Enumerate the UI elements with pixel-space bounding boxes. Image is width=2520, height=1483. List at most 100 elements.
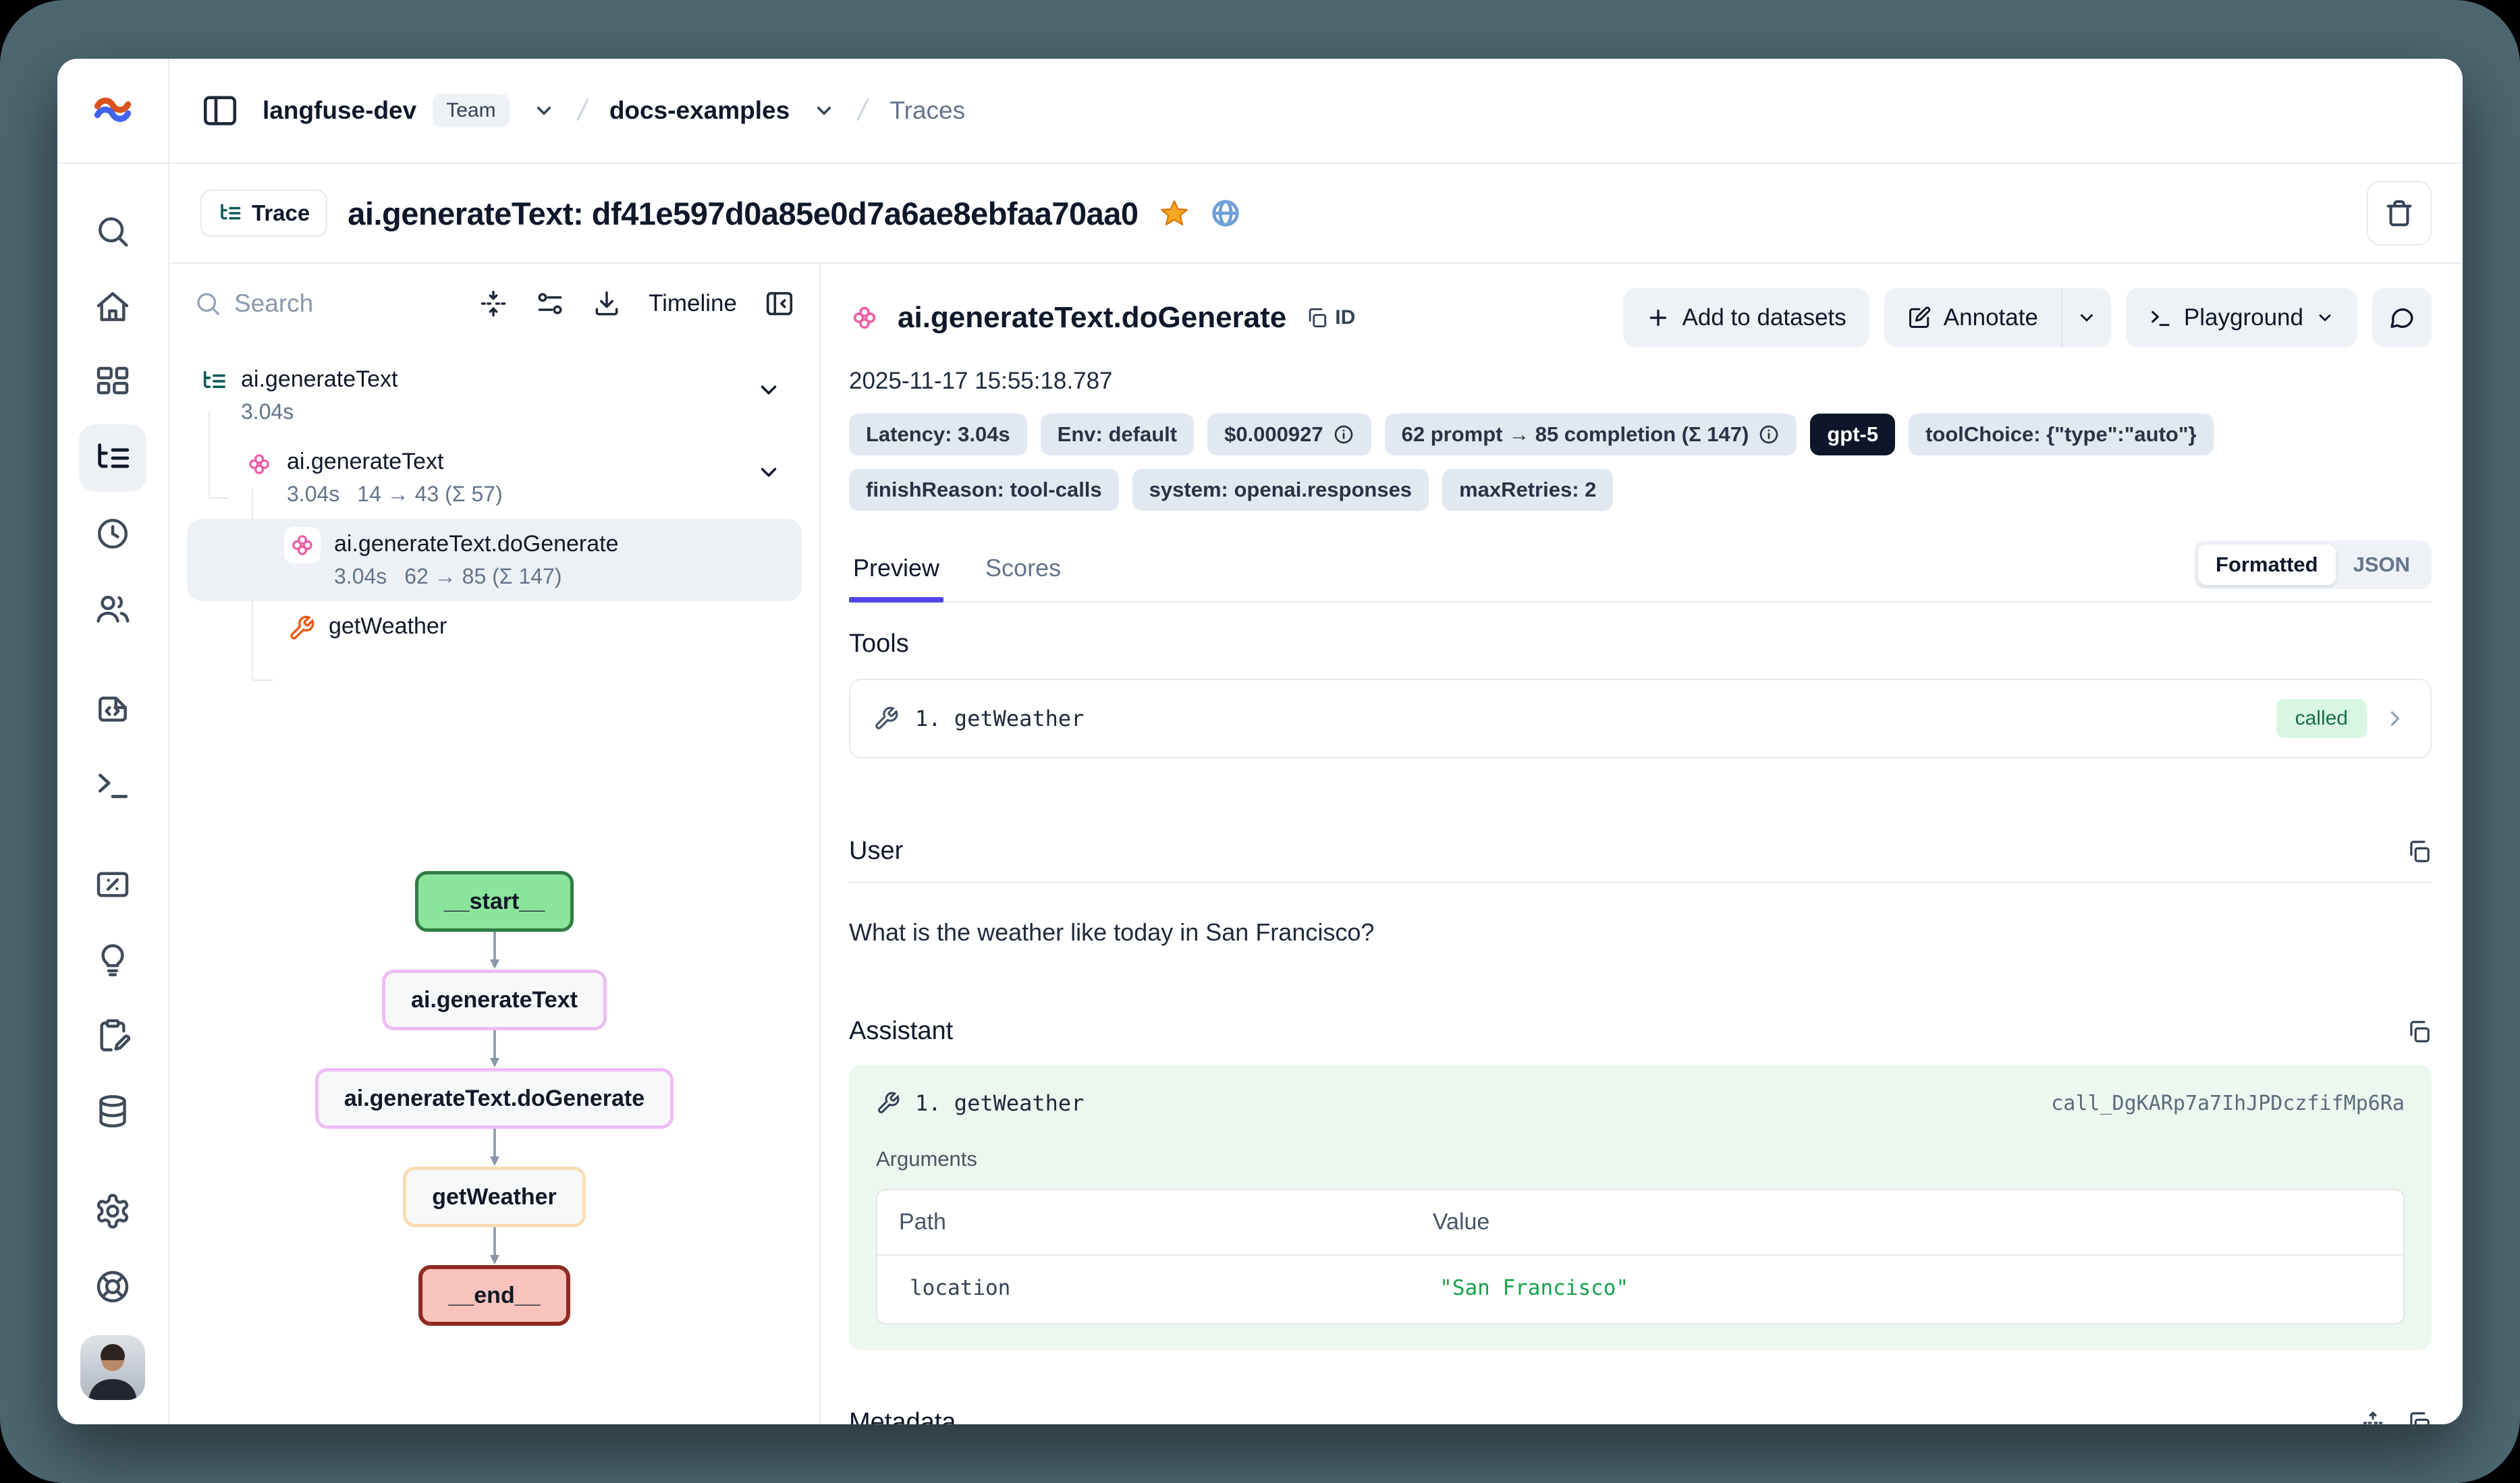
sidebar-item-search[interactable] [79,198,146,265]
tree-row-label: ai.generateText [241,366,398,393]
graph-arrow [485,1129,505,1167]
sidebar-item-home[interactable] [79,273,146,341]
sidebar-item-support[interactable] [79,1253,146,1320]
tab-preview[interactable]: Preview [849,554,943,601]
graph-arrow [485,932,505,970]
graph-node-getweather[interactable]: getWeather [403,1167,586,1227]
badge-row-2: finishReason: tool-calls system: openai.… [849,469,2432,511]
sidebar-item-sessions[interactable] [79,500,146,567]
copy-icon [1305,306,1328,329]
tree-row-label: ai.generateText.doGenerate [334,531,619,557]
graph-node-dogenerate[interactable]: ai.generateText.doGenerate [315,1068,674,1129]
argument-path: location [910,1276,1440,1300]
comments-button[interactable] [2372,288,2432,347]
breadcrumb-project[interactable]: docs-examples [609,96,790,125]
chevron-down-icon[interactable] [756,459,782,485]
timeline-toggle[interactable]: Timeline [649,290,737,317]
sidebar-item-evaluators[interactable] [79,926,146,994]
add-to-datasets-label: Add to datasets [1682,304,1846,331]
arguments-value-header: Value [1433,1209,2382,1235]
trace-tree-panel: Search Timeline [169,264,821,1424]
sidebar-item-annotation[interactable] [79,1002,146,1069]
model-badge[interactable]: gpt-5 [1810,414,1895,455]
chevron-down-icon [2077,308,2097,328]
user-avatar[interactable] [80,1335,145,1400]
add-to-datasets-button[interactable]: Add to datasets [1623,288,1869,347]
copy-icon[interactable] [2406,839,2432,864]
langfuse-logo-icon [91,89,134,132]
sidebar-item-datasets[interactable] [79,1078,146,1145]
terminal-icon [94,766,132,804]
expand-vertical-icon[interactable] [2360,1410,2386,1425]
latency-badge: Latency: 3.04s [849,414,1027,455]
panel-left-toggle-icon[interactable] [200,91,240,130]
graph-node-generatetext[interactable]: ai.generateText [382,970,607,1030]
playground-button[interactable]: Playground [2126,288,2357,347]
playground-label: Playground [2184,304,2303,331]
square-pen-icon [1907,306,1932,330]
trash-icon [2384,198,2415,229]
tree-row-generation[interactable]: ai.generateText 3.04s14 → 43 (Σ 57) [187,437,802,519]
list-tree-icon [93,439,132,478]
copy-icon[interactable] [2406,1019,2432,1044]
arguments-label: Arguments [876,1147,2405,1171]
card-percent-icon [94,866,132,903]
search-input[interactable]: Search [194,289,451,318]
tree-row-tokens: 14 → 43 (Σ 57) [357,482,502,507]
tree-row-duration: 3.04s [241,399,294,424]
panel-collapse-icon[interactable] [764,288,795,319]
tab-scores[interactable]: Scores [981,554,1065,601]
annotate-button[interactable]: Annotate [1884,288,2061,347]
chevron-down-icon[interactable] [532,99,555,122]
tree-row-getweather[interactable]: getWeather [187,601,802,654]
sidebar-item-traces[interactable] [79,424,146,492]
trace-title: ai.generateText: df41e597d0a85e0d7a6ae8e… [348,195,1138,232]
graph-node-start[interactable]: __start__ [415,871,574,932]
format-option-formatted[interactable]: Formatted [2198,544,2336,585]
tree-settings-icon[interactable] [535,289,565,318]
annotate-menu-button[interactable] [2061,288,2111,347]
breadcrumb-separator: / [855,94,871,128]
app-window: langfuse-dev Team / docs-examples / Trac… [57,59,2463,1424]
format-option-json[interactable]: JSON [2336,544,2428,585]
format-toggle: Formatted JSON [2194,540,2432,589]
download-icon[interactable] [592,289,622,318]
tokens-badge[interactable]: 62 prompt → 85 completion (Σ 147) [1385,414,1797,455]
comment-bubble-icon [2388,304,2415,331]
tool-wrench-icon [876,1091,900,1115]
users-icon [94,590,132,628]
tree-row-duration: 3.04s [287,482,339,507]
bookmark-star-icon[interactable] [1159,198,1190,229]
breadcrumb-bar: langfuse-dev Team / docs-examples / Trac… [169,59,2463,164]
copy-icon[interactable] [2406,1410,2432,1425]
user-section: User What is the weather like today in S… [849,837,2432,947]
metadata-heading: Metadata [849,1408,956,1424]
graph-node-end[interactable]: __end__ [418,1265,570,1326]
icon-rail [57,59,169,1424]
sidebar-item-playground[interactable] [79,751,146,818]
breadcrumb-org[interactable]: langfuse-dev [263,96,416,125]
chevron-down-icon[interactable] [813,99,836,122]
observation-title: ai.generateText.doGenerate [898,301,1286,335]
sidebar-item-users[interactable] [79,576,146,643]
copy-id-button[interactable]: ID [1305,306,1355,329]
tree-row-trace[interactable]: ai.generateText 3.04s [187,354,802,437]
tool-definition-row[interactable]: 1. getWeather called [849,679,2432,758]
sidebar-item-prompts[interactable] [79,675,146,743]
tree-row-dogenerate-selected[interactable]: ai.generateText.doGenerate 3.04s62 → 85 … [187,519,802,601]
breadcrumb-section[interactable]: Traces [889,96,965,125]
search-icon [94,213,132,250]
sidebar-item-dashboards[interactable] [79,349,146,416]
public-globe-icon[interactable] [1210,198,1241,229]
sidebar-item-settings[interactable] [79,1177,146,1245]
agent-graph: __start__ ai.generateText ai.generateTex… [169,871,819,1326]
collapse-all-icon[interactable] [478,289,508,318]
observation-timestamp: 2025-11-17 15:55:18.787 [849,368,2432,395]
cost-badge[interactable]: $0.000927 [1207,414,1371,455]
delete-trace-button[interactable] [2367,181,2432,246]
sidebar-item-scores[interactable] [79,851,146,918]
assistant-section: Assistant 1. getWeather call_DgKARp7a7Ih… [849,1017,2432,1350]
annotate-label: Annotate [1944,304,2038,331]
trace-chip-label: Trace [252,200,310,226]
chevron-down-icon[interactable] [756,377,782,403]
